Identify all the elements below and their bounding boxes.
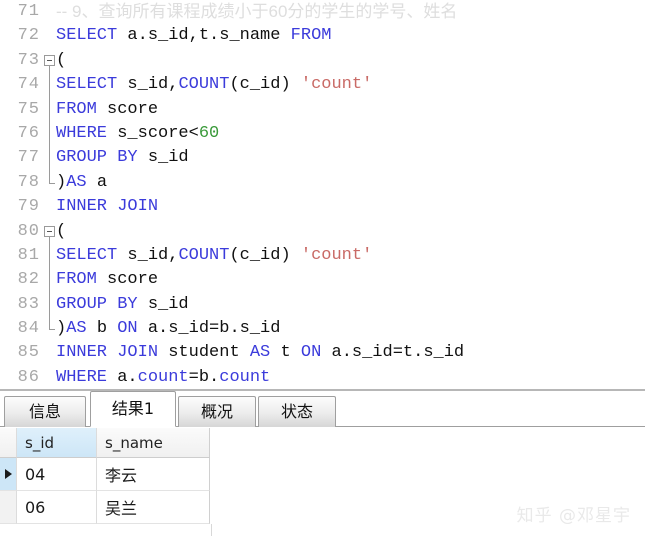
tab-4[interactable]: 状态 — [258, 396, 336, 427]
code-line[interactable]: 82 FROM score — [0, 268, 645, 293]
fold-collapse-icon[interactable] — [44, 225, 55, 237]
line-number: 78 — [17, 172, 40, 192]
tab-label: 信息 — [28, 402, 61, 421]
results-tab-bar: 信息 结果1 概况 状态 — [0, 391, 645, 427]
line-number: 75 — [17, 99, 40, 119]
code-text: )AS a — [56, 172, 108, 192]
cell-s-id[interactable]: 06 — [17, 491, 97, 524]
column-header-2[interactable]: s_name — [97, 428, 210, 458]
code-text: FROM score — [56, 270, 159, 290]
line-number: 74 — [17, 75, 40, 95]
line-number: 79 — [17, 197, 40, 217]
column-header-1[interactable]: s_id — [17, 428, 97, 458]
code-text: WHERE s_score<60 — [56, 123, 220, 143]
line-number: 81 — [17, 245, 40, 265]
fold-guide-line — [49, 97, 50, 122]
code-text: INNER JOIN — [56, 197, 159, 217]
fold-guide-line — [49, 146, 50, 171]
watermark: 知乎 @邓星宇 — [516, 506, 631, 526]
code-line[interactable]: 79 INNER JOIN — [0, 195, 645, 219]
line-number: 73 — [17, 50, 40, 70]
current-row-arrow-icon — [4, 469, 12, 479]
line-number: 72 — [17, 26, 40, 46]
code-text: INNER JOIN student AS t ON a.s_id=t.s_id — [56, 343, 465, 363]
code-text: GROUP BY s_id — [56, 148, 189, 168]
fold-guide-line — [49, 121, 50, 147]
fold-region-end-icon — [49, 170, 55, 184]
line-number: 77 — [17, 148, 40, 168]
code-text: FROM score — [56, 99, 159, 119]
code-line[interactable]: 84 )AS b ON a.s_id=b.s_id — [0, 317, 645, 341]
line-number: 82 — [17, 270, 40, 290]
code-text: WHERE a.count=b.count — [56, 367, 271, 387]
code-text: ( — [56, 50, 67, 70]
cell-s-name[interactable]: 李云 — [97, 458, 210, 491]
row-indicator[interactable] — [0, 491, 17, 524]
code-line[interactable]: 86 WHERE a.count=b.count — [0, 366, 645, 389]
code-line[interactable]: 80 ( — [0, 220, 645, 245]
table-row[interactable]: 04 李云 — [0, 458, 211, 491]
fold-region-end-icon — [49, 317, 55, 331]
line-number: 71 — [17, 2, 40, 21]
code-line[interactable]: 71 -- 9、查询所有课程成绩小于60分的学生的学号、姓名 — [0, 0, 645, 24]
sql-editor[interactable]: 71 -- 9、查询所有课程成绩小于60分的学生的学号、姓名 72 SELECT a.… — [0, 0, 645, 389]
grid-header-row: s_id s_name — [0, 428, 211, 458]
code-text: ( — [56, 221, 67, 241]
tab-label: 状态 — [280, 402, 313, 421]
code-line[interactable]: 81 SELECT s_id,COUNT(c_id) 'count' — [0, 243, 645, 269]
code-text: -- 9、查询所有课程成绩小于60分的学生的学号、姓名 — [56, 2, 458, 21]
line-number: 86 — [17, 367, 40, 387]
code-line[interactable]: 72 SELECT a.s_id,t.s_name FROM — [0, 24, 645, 48]
tab-1[interactable]: 信息 — [4, 396, 86, 427]
code-text: SELECT a.s_id,t.s_name FROM — [56, 26, 332, 46]
code-line[interactable]: 74 SELECT s_id,COUNT(c_id) 'count' — [0, 73, 645, 98]
code-line[interactable]: 85 INNER JOIN student AS t ON a.s_id=t.s_… — [0, 341, 645, 365]
fold-collapse-icon[interactable] — [44, 54, 55, 66]
fold-guide-line — [49, 292, 50, 318]
code-text: SELECT s_id,COUNT(c_id) 'count' — [56, 245, 373, 265]
cell-s-name[interactable]: 吴兰 — [97, 491, 210, 524]
code-text: GROUP BY s_id — [56, 294, 189, 314]
code-line[interactable]: 76 WHERE s_score<60 — [0, 121, 645, 147]
fold-guide-line — [49, 268, 50, 293]
tab-label: 结果1 — [111, 399, 155, 418]
line-number: 83 — [17, 294, 40, 314]
result-grid[interactable]: s_id s_name 04 李云 06 吴兰 — [0, 428, 212, 536]
cell-s-id[interactable]: 04 — [17, 458, 97, 491]
code-line[interactable]: 77 GROUP BY s_id — [0, 146, 645, 171]
grid-bottom-edge — [0, 524, 212, 536]
code-text: SELECT s_id,COUNT(c_id) 'count' — [56, 75, 373, 95]
tab-3[interactable]: 概况 — [178, 396, 256, 427]
tab-label: 概况 — [200, 402, 233, 421]
code-text: )AS b ON a.s_id=b.s_id — [56, 319, 281, 339]
fold-guide-line — [49, 73, 50, 98]
table-row[interactable]: 06 吴兰 — [0, 491, 211, 524]
line-number: 84 — [17, 319, 40, 339]
code-line[interactable]: 78 )AS a — [0, 170, 645, 195]
line-number: 85 — [17, 343, 40, 363]
code-line[interactable]: 83 GROUP BY s_id — [0, 292, 645, 318]
row-indicator[interactable] — [0, 458, 17, 491]
code-line[interactable]: 73 ( — [0, 49, 645, 74]
fold-guide-line — [49, 243, 50, 269]
tab-2[interactable]: 结果1 — [90, 391, 176, 427]
line-number: 76 — [17, 123, 40, 143]
grid-corner-cell[interactable] — [0, 428, 17, 458]
code-line[interactable]: 75 FROM score — [0, 97, 645, 122]
line-number: 80 — [17, 221, 40, 241]
